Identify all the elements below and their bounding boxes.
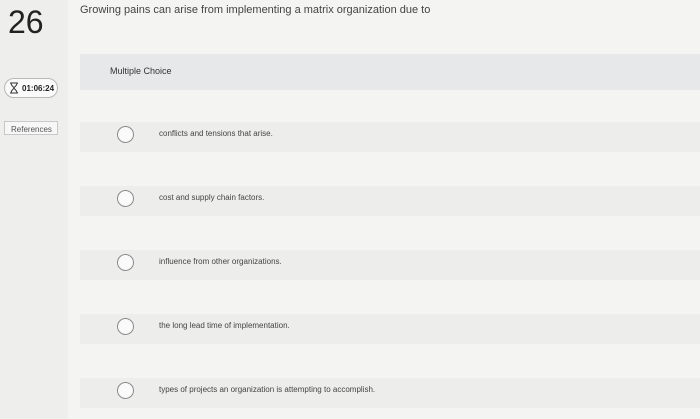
references-button[interactable]: References [4,121,58,135]
radio-button[interactable] [117,318,134,335]
answer-option-3[interactable]: influence from other organizations. [80,250,700,280]
question-text: Growing pains can arise from implementin… [80,4,431,16]
left-rail [0,0,68,419]
option-text: types of projects an organization is att… [159,385,376,394]
option-text: the long lead time of implementation. [159,321,290,330]
option-text: cost and supply chain factors. [159,193,265,202]
radio-button[interactable] [117,254,134,271]
multiple-choice-label: Multiple Choice [110,66,172,76]
answer-option-4[interactable]: the long lead time of implementation. [80,314,700,344]
hourglass-icon [10,82,18,94]
radio-button[interactable] [117,190,134,207]
timer-pill[interactable]: 01:06:24 [4,78,58,98]
timer-time: 01:06:24 [22,83,55,93]
answer-option-2[interactable]: cost and supply chain factors. [80,186,700,216]
choice-header: Multiple Choice [80,54,700,90]
option-text: conflicts and tensions that arise. [159,129,273,138]
answer-option-5[interactable]: types of projects an organization is att… [80,378,700,408]
option-text: influence from other organizations. [159,257,282,266]
radio-button[interactable] [117,126,134,143]
answer-option-1[interactable]: conflicts and tensions that arise. [80,122,700,152]
question-number: 26 [8,4,44,40]
radio-button[interactable] [117,382,134,399]
quiz-page: 26 01:06:24 References Growing pains can… [0,0,700,419]
